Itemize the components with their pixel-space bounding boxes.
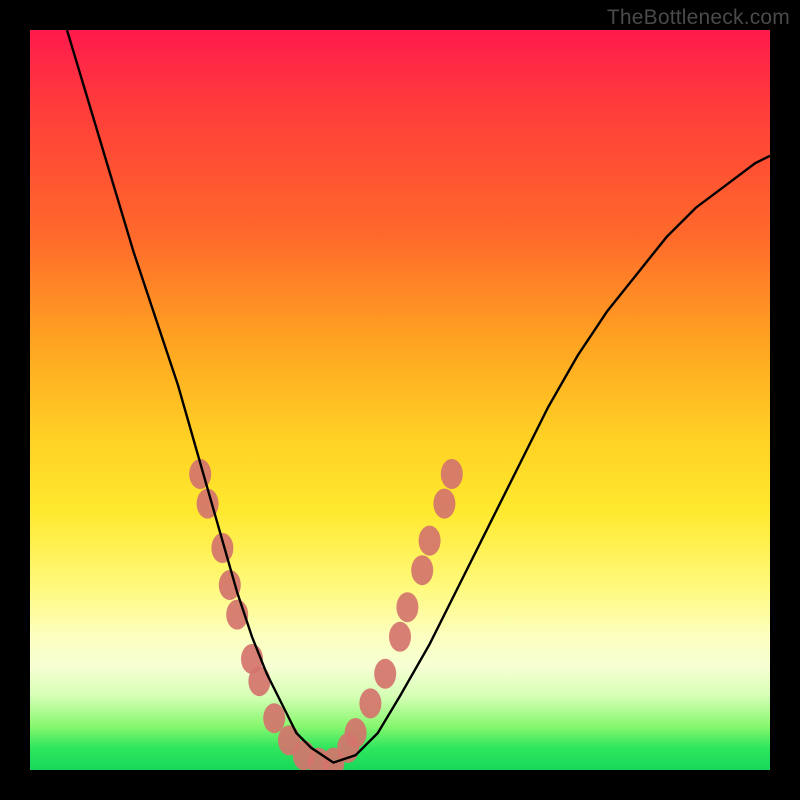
curve-marker [389, 622, 411, 652]
curve-marker [441, 459, 463, 489]
curve-marker [411, 555, 433, 585]
bottleneck-curve [67, 30, 770, 763]
curve-marker [359, 688, 381, 718]
marker-group [189, 459, 463, 770]
chart-frame: TheBottleneck.com [0, 0, 800, 800]
curve-marker [263, 703, 285, 733]
curve-marker [419, 526, 441, 556]
curve-marker [433, 489, 455, 519]
curve-marker [345, 718, 367, 748]
curve-marker [396, 592, 418, 622]
curve-marker [248, 666, 270, 696]
curve-layer [30, 30, 770, 770]
plot-area [30, 30, 770, 770]
watermark-text: TheBottleneck.com [607, 6, 790, 30]
curve-marker [374, 659, 396, 689]
